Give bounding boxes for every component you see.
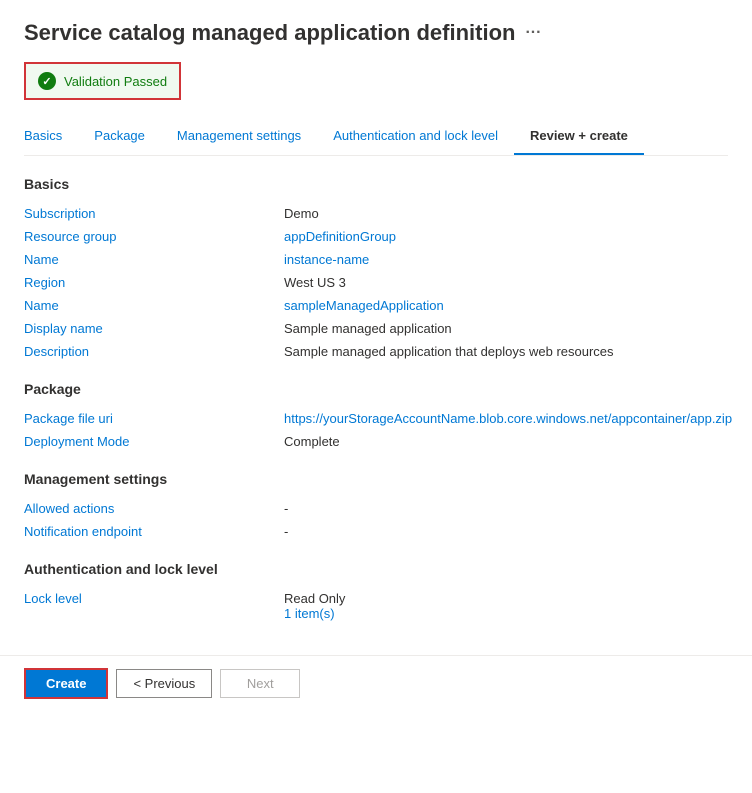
page-title: Service catalog managed application defi… <box>24 20 515 46</box>
field-value-package-uri: https://yourStorageAccountName.blob.core… <box>284 411 732 426</box>
footer-bar: Create < Previous Next <box>0 655 752 711</box>
page-options-icon[interactable]: ··· <box>525 24 541 42</box>
field-value-subscription: Demo <box>284 206 319 221</box>
field-display-name: Display name Sample managed application <box>24 317 728 340</box>
field-value-display-name: Sample managed application <box>284 321 452 336</box>
next-button[interactable]: Next <box>220 669 300 698</box>
tab-auth-lock[interactable]: Authentication and lock level <box>317 118 514 155</box>
section-auth-title: Authentication and lock level <box>24 561 728 577</box>
field-value-allowed-actions: - <box>284 501 288 516</box>
validation-check-icon <box>38 72 56 90</box>
field-label-notification-endpoint: Notification endpoint <box>24 524 284 539</box>
validation-text: Validation Passed <box>64 74 167 89</box>
field-label-deployment-mode: Deployment Mode <box>24 434 284 449</box>
tab-package[interactable]: Package <box>78 118 161 155</box>
field-label-display-name: Display name <box>24 321 284 336</box>
section-basics-title: Basics <box>24 176 728 192</box>
tab-basics[interactable]: Basics <box>24 118 78 155</box>
field-label-lock-level: Lock level <box>24 591 284 621</box>
field-value-lock-level-text: Read Only <box>284 591 345 606</box>
field-name-instance: Name instance-name <box>24 248 728 271</box>
field-description: Description Sample managed application t… <box>24 340 728 363</box>
field-value-name-app: sampleManagedApplication <box>284 298 444 313</box>
create-button[interactable]: Create <box>24 668 108 699</box>
field-resource-group: Resource group appDefinitionGroup <box>24 225 728 248</box>
field-value-resource-group: appDefinitionGroup <box>284 229 396 244</box>
tab-bar: Basics Package Management settings Authe… <box>24 118 728 156</box>
field-label-name-app: Name <box>24 298 284 313</box>
review-content: Basics Subscription Demo Resource group … <box>24 176 728 635</box>
field-region: Region West US 3 <box>24 271 728 294</box>
field-value-region: West US 3 <box>284 275 346 290</box>
field-value-description: Sample managed application that deploys … <box>284 344 614 359</box>
field-value-notification-endpoint: - <box>284 524 288 539</box>
field-lock-level: Lock level Read Only 1 item(s) <box>24 587 728 625</box>
field-value-name-instance: instance-name <box>284 252 369 267</box>
tab-management-settings[interactable]: Management settings <box>161 118 317 155</box>
field-deployment-mode: Deployment Mode Complete <box>24 430 728 453</box>
field-notification-endpoint: Notification endpoint - <box>24 520 728 543</box>
field-value-deployment-mode: Complete <box>284 434 340 449</box>
field-package-uri: Package file uri https://yourStorageAcco… <box>24 407 728 430</box>
section-package-title: Package <box>24 381 728 397</box>
field-label-resource-group: Resource group <box>24 229 284 244</box>
field-value-lock-level: Read Only 1 item(s) <box>284 591 345 621</box>
tab-review-create[interactable]: Review + create <box>514 118 644 155</box>
section-management-title: Management settings <box>24 471 728 487</box>
field-label-name-instance: Name <box>24 252 284 267</box>
field-label-package-uri: Package file uri <box>24 411 284 426</box>
field-name-app: Name sampleManagedApplication <box>24 294 728 317</box>
field-allowed-actions: Allowed actions - <box>24 497 728 520</box>
field-value-lock-level-items: 1 item(s) <box>284 606 335 621</box>
previous-button[interactable]: < Previous <box>116 669 212 698</box>
validation-banner: Validation Passed <box>24 62 181 100</box>
field-label-region: Region <box>24 275 284 290</box>
field-subscription: Subscription Demo <box>24 202 728 225</box>
field-label-description: Description <box>24 344 284 359</box>
field-label-subscription: Subscription <box>24 206 284 221</box>
field-label-allowed-actions: Allowed actions <box>24 501 284 516</box>
